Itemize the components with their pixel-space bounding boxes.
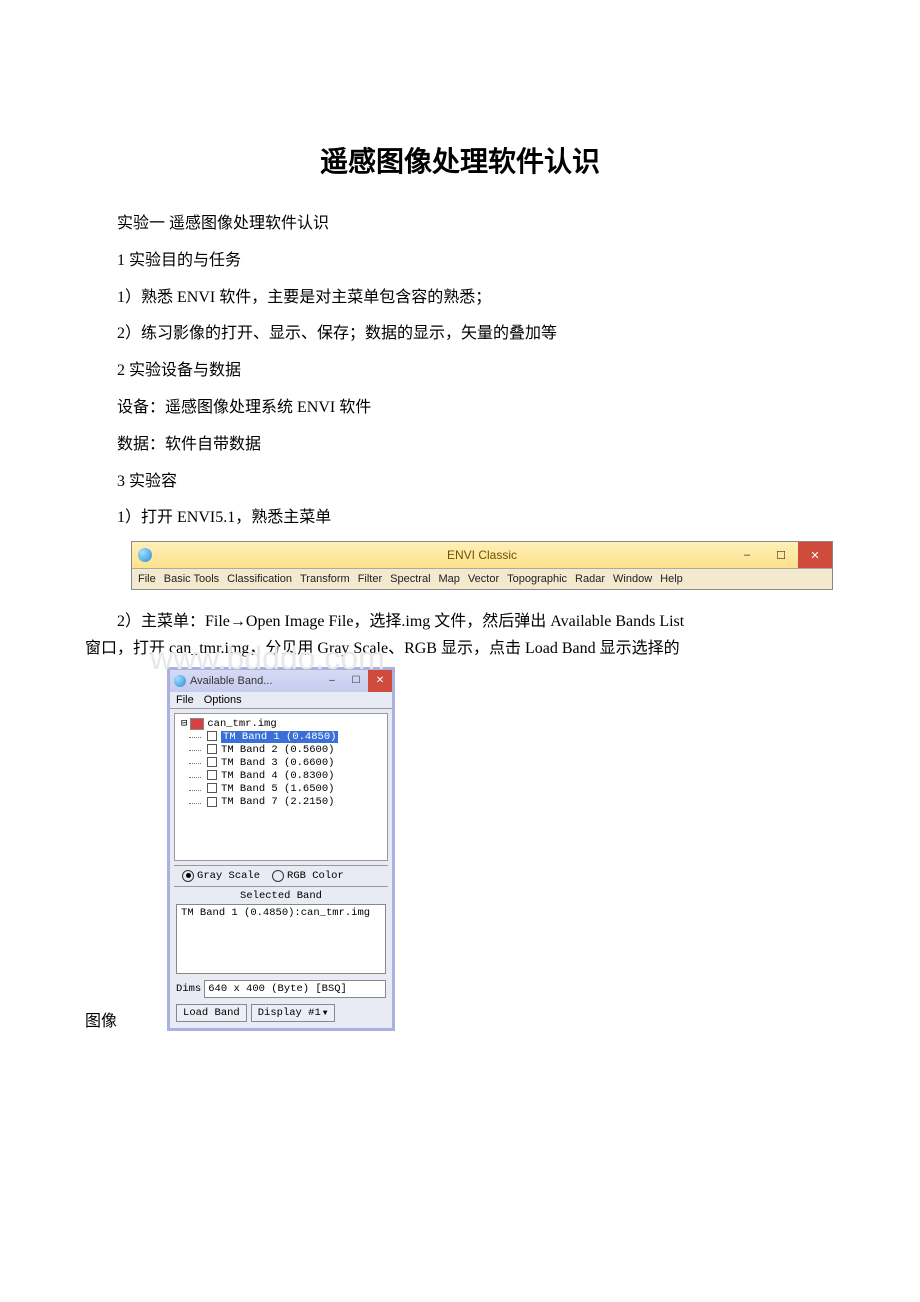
fig-label: 图像 <box>85 1007 119 1031</box>
para-s3-1: 1）打开 ENVI5.1，熟悉主菜单 <box>85 504 835 533</box>
root-filename: can_tmr.img <box>207 718 276 731</box>
para-sec1: 1 实验目的与任务 <box>85 247 835 276</box>
avail-titlebar: Available Band... – ☐ ✕ <box>170 670 392 692</box>
menu-help[interactable]: Help <box>660 573 683 585</box>
display-mode-radio: Gray Scale RGB Color <box>174 865 388 887</box>
menu-vector[interactable]: Vector <box>468 573 499 585</box>
para-s2-dev: 设备：遥感图像处理系统 ENVI 软件 <box>85 394 835 423</box>
dims-value: 640 x 400 (Byte) [BSQ] <box>204 980 386 998</box>
menu-file[interactable]: File <box>138 573 156 585</box>
band-2[interactable]: TM Band 2 (0.5600) <box>181 744 381 757</box>
window-controls: – ☐ ✕ <box>730 542 832 568</box>
maximize-button[interactable]: ☐ <box>344 670 368 692</box>
selected-band-value: TM Band 1 (0.4850):can_tmr.img <box>181 907 370 919</box>
para-s2-data: 数据：软件自带数据 <box>85 431 835 460</box>
para-sec2: 2 实验设备与数据 <box>85 357 835 386</box>
radio-gray[interactable]: Gray Scale <box>182 870 260 882</box>
band-4[interactable]: TM Band 4 (0.8300) <box>181 770 381 783</box>
menu-map[interactable]: Map <box>439 573 460 585</box>
para-s3-2a: 2）主菜单：File→Open Image File，选择.img 文件，然后弹… <box>85 608 835 635</box>
band-1[interactable]: TM Band 1 (0.4850) <box>181 731 381 744</box>
available-bands-window: Available Band... – ☐ ✕ File Options ⊟ c… <box>167 667 395 1031</box>
para-sec3: 3 实验容 <box>85 468 835 497</box>
para-exp-name: 实验一 遥感图像处理软件认识 <box>85 210 835 239</box>
bands-tree[interactable]: ⊟ can_tmr.img TM Band 1 (0.4850) TM Band… <box>174 713 388 861</box>
display-dropdown[interactable]: Display #1▼ <box>251 1004 335 1022</box>
dims-label: Dims <box>176 983 201 995</box>
para-s1-1: 1）熟悉 ENVI 软件，主要是对主菜单包含容的熟悉； <box>85 284 835 313</box>
envi-classic-window: ENVI Classic – ☐ ✕ File Basic Tools Clas… <box>131 541 833 590</box>
tree-root[interactable]: ⊟ can_tmr.img <box>181 718 381 731</box>
band-5[interactable]: TM Band 5 (1.6500) <box>181 783 381 796</box>
para-s1-2: 2）练习影像的打开、显示、保存；数据的显示，矢量的叠加等 <box>85 320 835 349</box>
file-icon <box>190 718 204 730</box>
load-band-button[interactable]: Load Band <box>176 1004 247 1022</box>
menu-topographic[interactable]: Topographic <box>507 573 567 585</box>
minimize-button[interactable]: – <box>320 670 344 692</box>
envi-titlebar: ENVI Classic – ☐ ✕ <box>132 542 832 569</box>
document-page: 遥感图像处理软件认识 实验一 遥感图像处理软件认识 1 实验目的与任务 1）熟悉… <box>0 0 920 1091</box>
menu-transform[interactable]: Transform <box>300 573 350 585</box>
close-button[interactable]: ✕ <box>368 670 392 692</box>
window-controls: – ☐ ✕ <box>320 670 392 692</box>
selected-band-label: Selected Band <box>170 887 392 902</box>
menu-window[interactable]: Window <box>613 573 652 585</box>
page-title: 遥感图像处理软件认识 <box>85 140 835 180</box>
avail-title-text: Available Band... <box>190 675 272 687</box>
menu-spectral[interactable]: Spectral <box>390 573 430 585</box>
dims-row: Dims 640 x 400 (Byte) [BSQ] <box>176 980 386 998</box>
envi-title-text: ENVI Classic <box>447 548 517 562</box>
avail-menu-options[interactable]: Options <box>204 694 242 706</box>
menu-basictools[interactable]: Basic Tools <box>164 573 219 585</box>
para-s3-2b: 窗口，打开 can_tmr.img，分贝用 Gray Scale、RGB 显示，… <box>85 635 835 662</box>
minimize-button[interactable]: – <box>730 542 764 568</box>
envi-main-menu: File Basic Tools Classification Transfor… <box>132 569 832 589</box>
avail-menu: File Options <box>170 692 392 709</box>
menu-classification[interactable]: Classification <box>227 573 292 585</box>
avail-menu-file[interactable]: File <box>176 694 194 706</box>
globe-icon <box>174 675 186 687</box>
menu-filter[interactable]: Filter <box>358 573 382 585</box>
band-7[interactable]: TM Band 7 (2.2150) <box>181 796 381 809</box>
maximize-button[interactable]: ☐ <box>764 542 798 568</box>
band-3[interactable]: TM Band 3 (0.6600) <box>181 757 381 770</box>
radio-rgb[interactable]: RGB Color <box>272 870 344 882</box>
globe-icon <box>138 548 152 562</box>
close-button[interactable]: ✕ <box>798 542 832 568</box>
menu-radar[interactable]: Radar <box>575 573 605 585</box>
selected-band-box: TM Band 1 (0.4850):can_tmr.img <box>176 904 386 974</box>
